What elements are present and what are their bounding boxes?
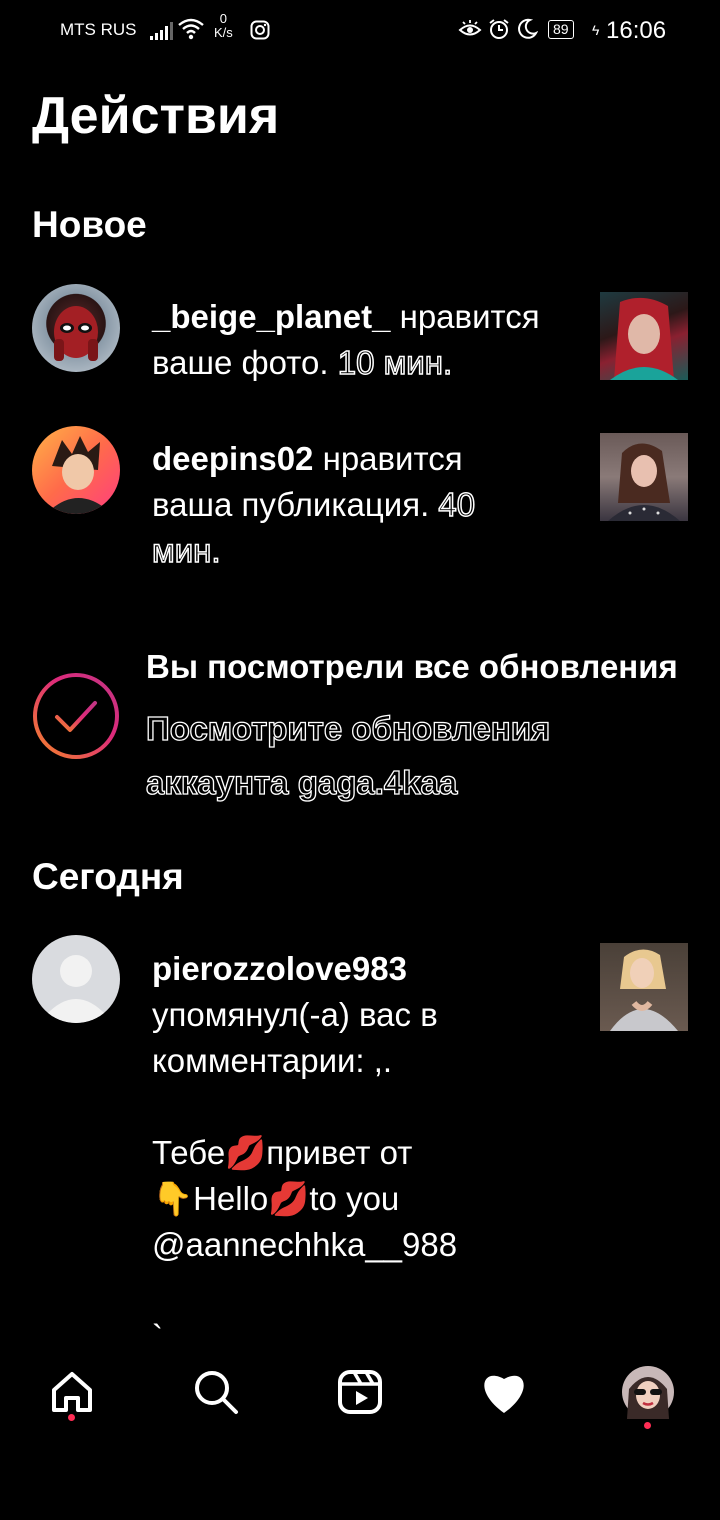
clock: 16:06 (606, 17, 667, 44)
battery-level: 89 (548, 20, 574, 39)
username-link[interactable]: _beige_planet_ (152, 298, 390, 335)
profile-notification-dot (644, 1422, 651, 1429)
notification-time: 40 (438, 485, 476, 524)
post-thumbnail[interactable] (600, 943, 688, 1031)
status-bar: MTS RUS 0 K/s 89 ϟ 16:06 (0, 0, 720, 62)
status-icons (458, 18, 538, 40)
caught-up-title: Вы посмотрели все обновления (146, 648, 678, 685)
post-thumbnail[interactable] (600, 292, 688, 380)
mention-comment-text: упомянул(-а) вас в комментарии: ,. Тебе💋… (152, 996, 458, 1355)
notification-text[interactable]: pierozzolove983 (152, 946, 572, 992)
notification-text[interactable]: _beige_planet_ нравится ваше фото. 10 ми… (152, 294, 572, 386)
charging-icon: ϟ (592, 22, 600, 38)
avatar[interactable] (32, 284, 120, 372)
section-title-new: Новое (32, 204, 147, 245)
instagram-notification-icon (250, 20, 270, 40)
reels-icon[interactable] (328, 1360, 392, 1424)
view-older-updates-link[interactable]: Посмотрите обновления аккаунта gaga.4kaa (145, 702, 596, 810)
profile-avatar[interactable] (616, 1360, 680, 1429)
post-thumbnail[interactable] (600, 433, 688, 521)
username-link[interactable]: deepins02 (152, 440, 313, 477)
notification-time: 10 мин. (337, 343, 453, 382)
wifi-icon (178, 18, 204, 40)
home-icon[interactable] (40, 1360, 104, 1424)
signal-icon (150, 22, 173, 40)
notification-text[interactable]: deepins02 нравится ваша публикация. 40 м… (151, 436, 572, 574)
default-avatar-icon[interactable] (32, 935, 120, 1023)
home-notification-dot (68, 1414, 75, 1421)
eye-comfort-icon (458, 20, 482, 36)
avatar[interactable] (32, 426, 120, 514)
do-not-disturb-moon-icon (518, 18, 538, 39)
section-title-today: Сегодня (32, 856, 184, 897)
alarm-icon (489, 19, 509, 39)
bottom-navigation (0, 1330, 720, 1520)
page-title: Действия (32, 87, 280, 145)
notification-time-unit: мин. (151, 531, 221, 570)
carrier-name: MTS RUS (60, 20, 137, 39)
heart-icon[interactable] (472, 1360, 536, 1424)
network-speed: 0 K/s (214, 11, 233, 40)
username-link[interactable]: pierozzolove983 (152, 950, 407, 987)
check-circle-icon (33, 673, 119, 759)
search-icon[interactable] (184, 1360, 248, 1424)
